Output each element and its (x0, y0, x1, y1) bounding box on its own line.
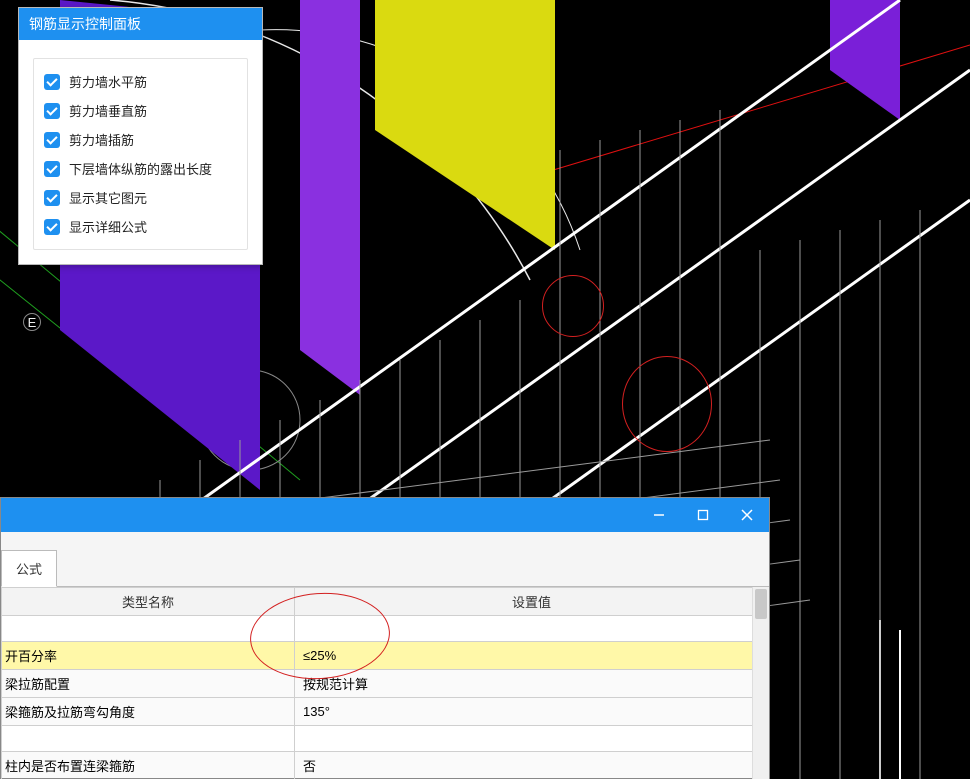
minimize-icon (653, 509, 665, 521)
dialog-tab-strip: 公式 (1, 532, 769, 587)
column-header-value[interactable]: 设置值 (295, 588, 769, 616)
column-header-type[interactable]: 类型名称 (2, 588, 295, 616)
option-label: 剪力墙插筋 (69, 130, 134, 149)
table-scrollbar[interactable] (752, 587, 769, 779)
dialog-titlebar[interactable] (1, 498, 769, 532)
settings-table: 类型名称 设置值 开百分率 ≤25% 梁拉筋配置 按规范计算 梁箍 (1, 587, 769, 779)
option-label: 显示其它图元 (69, 188, 147, 207)
table-row[interactable]: 梁拉筋配置 按规范计算 (2, 670, 769, 698)
table-row[interactable]: 柱内是否布置连梁箍筋 否 (2, 752, 769, 779)
table-row[interactable]: 开百分率 ≤25% (2, 642, 769, 670)
tab-formula[interactable]: 公式 (1, 550, 57, 587)
settings-dialog: 公式 类型名称 设置值 开百分率 ≤25% (0, 497, 770, 779)
cell-value[interactable]: ≤25% (295, 642, 769, 670)
checkbox-icon[interactable] (44, 219, 60, 235)
option-label: 剪力墙水平筋 (69, 72, 147, 91)
close-icon (741, 509, 753, 521)
rebar-display-panel: 钢筋显示控制面板 剪力墙水平筋 剪力墙垂直筋 剪力墙插筋 下层墙体纵筋的露出长度… (18, 7, 263, 265)
cell-value[interactable]: 按规范计算 (295, 670, 769, 698)
checkbox-icon[interactable] (44, 190, 60, 206)
cell-name: 梁拉筋配置 (2, 670, 295, 698)
rebar-options-group: 剪力墙水平筋 剪力墙垂直筋 剪力墙插筋 下层墙体纵筋的露出长度 显示其它图元 显… (33, 58, 248, 250)
maximize-icon (697, 509, 709, 521)
checkbox-icon[interactable] (44, 132, 60, 148)
checkbox-icon[interactable] (44, 103, 60, 119)
minimize-button[interactable] (637, 498, 681, 532)
option-label: 剪力墙垂直筋 (69, 101, 147, 120)
table-row[interactable]: 梁箍筋及拉筋弯勾角度 135° (2, 698, 769, 726)
grid-bubble-e: E (23, 313, 41, 331)
checkbox-icon[interactable] (44, 74, 60, 90)
cell-value[interactable]: 否 (295, 752, 769, 779)
maximize-button[interactable] (681, 498, 725, 532)
option-lower-wall-extend[interactable]: 下层墙体纵筋的露出长度 (44, 154, 237, 183)
checkbox-icon[interactable] (44, 161, 60, 177)
option-shearwall-insert[interactable]: 剪力墙插筋 (44, 125, 237, 154)
option-label: 下层墙体纵筋的露出长度 (69, 159, 212, 178)
cell-name: 开百分率 (2, 642, 295, 670)
cell-name: 梁箍筋及拉筋弯勾角度 (2, 698, 295, 726)
cell-name: 柱内是否布置连梁箍筋 (2, 752, 295, 779)
option-label: 显示详细公式 (69, 217, 147, 236)
option-shearwall-horiz[interactable]: 剪力墙水平筋 (44, 67, 237, 96)
option-shearwall-vert[interactable]: 剪力墙垂直筋 (44, 96, 237, 125)
rebar-panel-title: 钢筋显示控制面板 (19, 8, 262, 40)
option-show-other[interactable]: 显示其它图元 (44, 183, 237, 212)
cell-value[interactable]: 135° (295, 698, 769, 726)
scrollbar-thumb[interactable] (755, 589, 767, 619)
option-show-formula[interactable]: 显示详细公式 (44, 212, 237, 241)
close-button[interactable] (725, 498, 769, 532)
